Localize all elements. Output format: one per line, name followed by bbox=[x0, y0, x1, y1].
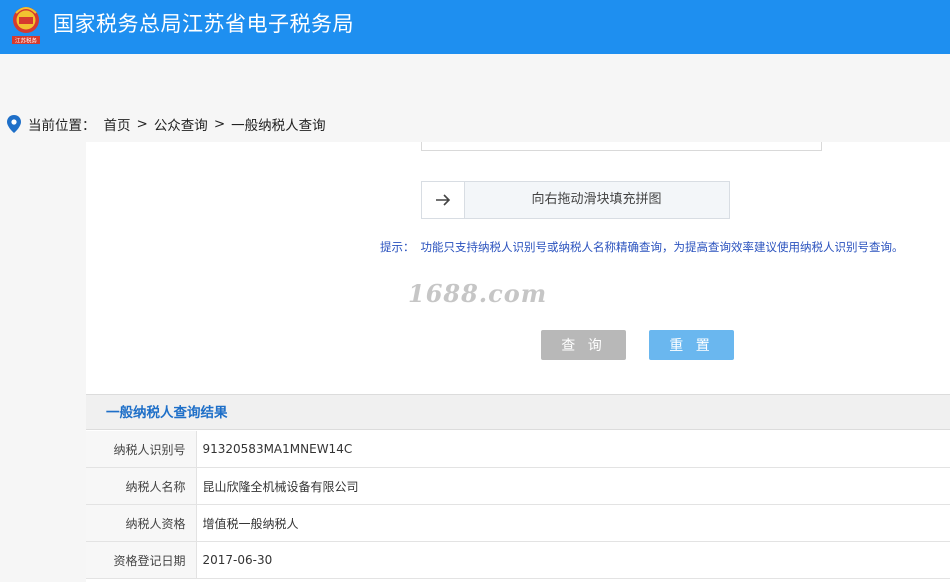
row-value: 增值税一般纳税人 bbox=[196, 504, 950, 542]
row-value: 昆山欣隆全机械设备有限公司 bbox=[196, 467, 950, 505]
result-title: 一般纳税人查询结果 bbox=[86, 394, 950, 430]
location-pin-icon bbox=[7, 115, 21, 133]
emblem-caption: 江苏税务 bbox=[15, 37, 38, 45]
table-row: 纳税人资格 增值税一般纳税人 bbox=[86, 504, 950, 542]
search-input[interactable] bbox=[421, 142, 822, 151]
breadcrumb-public-query[interactable]: 公众查询 bbox=[154, 114, 208, 134]
reset-button[interactable]: 重 置 bbox=[649, 330, 734, 360]
breadcrumb-separator: > bbox=[136, 116, 148, 132]
query-panel: 向右拖动滑块填充拼图 提示： 功能只支持纳税人识别号或纳税人名称精确查询，为提高查… bbox=[86, 142, 950, 582]
watermark: 1688.com bbox=[408, 279, 548, 308]
table-row: 纳税人名称 昆山欣隆全机械设备有限公司 bbox=[86, 467, 950, 505]
result-table: 纳税人识别号 91320583MA1MNEW14C 纳税人名称 昆山欣隆全机械设… bbox=[86, 431, 950, 579]
row-label: 资格登记日期 bbox=[86, 541, 197, 579]
breadcrumb-current-page: 一般纳税人查询 bbox=[231, 118, 326, 134]
top-header-bar: 江苏税务 国家税务总局江苏省电子税务局 bbox=[0, 0, 950, 54]
row-label: 纳税人资格 bbox=[86, 504, 197, 542]
captcha-slider[interactable]: 向右拖动滑块填充拼图 bbox=[421, 181, 730, 219]
query-button[interactable]: 查 询 bbox=[541, 330, 626, 360]
hint-text: 功能只支持纳税人识别号或纳税人名称精确查询，为提高查询效率建议使用纳税人识别号查… bbox=[420, 240, 904, 254]
hint-label: 提示： bbox=[380, 240, 415, 254]
query-hint: 提示： 功能只支持纳税人识别号或纳税人名称精确查询，为提高查询效率建议使用纳税人识… bbox=[380, 239, 950, 255]
row-value: 2017-06-30 bbox=[196, 541, 950, 579]
slider-handle[interactable] bbox=[422, 182, 465, 218]
breadcrumb-label: 当前位置： bbox=[28, 118, 96, 134]
table-row: 纳税人识别号 91320583MA1MNEW14C bbox=[86, 431, 950, 468]
site-title: 国家税务总局江苏省电子税务局 bbox=[53, 12, 354, 36]
row-value: 91320583MA1MNEW14C bbox=[196, 431, 950, 468]
breadcrumb-separator: > bbox=[213, 116, 226, 132]
breadcrumb-home[interactable]: 首页 bbox=[104, 114, 131, 134]
breadcrumb: 当前位置： 首页 > 公众查询 > 一般纳税人查询 bbox=[7, 114, 326, 134]
row-label: 纳税人识别号 bbox=[86, 431, 197, 468]
slider-instruction: 向右拖动滑块填充拼图 bbox=[531, 192, 662, 207]
tax-emblem-icon: 江苏税务 bbox=[12, 7, 40, 45]
table-row: 资格登记日期 2017-06-30 bbox=[86, 541, 950, 579]
arrow-right-icon bbox=[436, 194, 451, 206]
row-label: 纳税人名称 bbox=[86, 467, 197, 505]
